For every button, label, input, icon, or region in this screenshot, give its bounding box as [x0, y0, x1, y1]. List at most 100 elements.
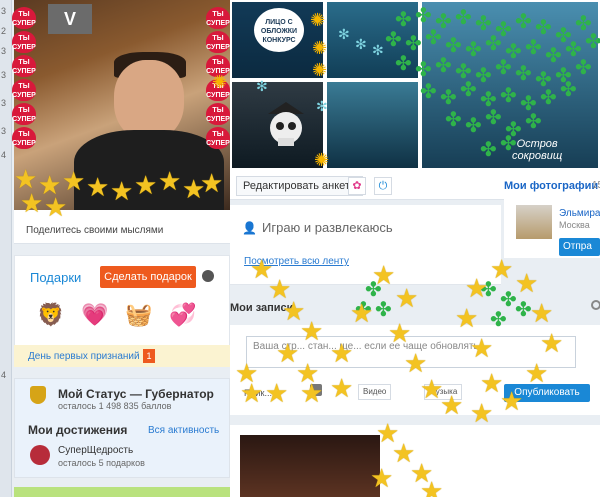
rail-number: 4: [1, 150, 7, 160]
achievements-title: Мои достижения: [28, 423, 128, 437]
star-icon: ★: [350, 298, 374, 328]
heart-sticker: ТЫ СУПЕР: [206, 7, 230, 29]
clover-icon: ✤: [485, 107, 502, 129]
star-icon: ★: [404, 348, 428, 378]
flower-icon[interactable]: ✿: [348, 177, 366, 195]
clover-icon: ✤: [375, 299, 392, 321]
video-button[interactable]: Видео: [358, 384, 392, 400]
friend-name[interactable]: Эльмира: [559, 208, 600, 219]
star-icon: ★: [515, 268, 539, 298]
clover-icon: ✤: [525, 111, 542, 133]
star-icon: ★: [370, 463, 394, 493]
achievement-name[interactable]: СуперЩедрость: [58, 445, 133, 456]
star-icon: ★: [490, 254, 514, 284]
clover-icon: ✤: [425, 27, 442, 49]
clover-icon: ✤: [585, 31, 600, 53]
rail-number: 3: [1, 46, 7, 56]
clover-icon: ✤: [485, 33, 502, 55]
star-icon: ★: [44, 192, 68, 222]
clover-icon: ✤: [560, 79, 577, 101]
rail-number: 3: [1, 126, 7, 136]
heart-sticker: ТЫ СУПЕР: [12, 55, 36, 77]
snowflake-icon: ✻: [355, 36, 367, 52]
activity-text[interactable]: Играю и развлекаюсь: [262, 220, 393, 235]
star-icon: ★: [265, 378, 289, 408]
star-icon: ★: [110, 176, 134, 206]
heart-sticker: ТЫ СУПЕР: [12, 79, 36, 101]
clover-icon: ✤: [545, 45, 562, 67]
clover-icon: ✤: [395, 53, 412, 75]
avatar-face: [114, 60, 184, 140]
snowflake-icon: ✻: [316, 98, 328, 114]
snowflake-icon: ✻: [372, 42, 384, 58]
clover-icon: ✤: [575, 57, 592, 79]
star-icon: ★: [240, 378, 264, 408]
clover-icon: ✤: [420, 81, 437, 103]
gear-icon[interactable]: [591, 300, 600, 310]
clover-icon: ✤: [415, 5, 432, 27]
heart-sticker: ТЫ СУПЕР: [12, 127, 36, 149]
left-rail: 3 2 3 3 3 3 4 4: [0, 0, 12, 497]
cover-contest-logo: ЛИЦО С ОБЛОЖКИ КОНКУРС: [254, 8, 304, 52]
clover-icon: ✤: [480, 139, 497, 161]
star-icon: ★: [86, 172, 110, 202]
star-icon: ★: [134, 170, 158, 200]
day-count-badge: 1: [143, 349, 155, 363]
photos-count: 15: [592, 180, 600, 191]
power-icon[interactable]: ⏻: [374, 177, 392, 195]
feed-image[interactable]: [240, 435, 380, 497]
achievement-icon: [30, 445, 50, 465]
rail-number: 3: [1, 6, 7, 16]
rail-number: 2: [1, 26, 7, 36]
sunflower-icon: ✺: [312, 60, 328, 80]
gift-lion-icon[interactable]: 🦁: [34, 298, 68, 332]
star-icon: ★: [300, 378, 324, 408]
day-of-first-confessions-link[interactable]: День первых признаний: [28, 351, 140, 362]
clover-icon: ✤: [415, 59, 432, 81]
sunflower-icon: ✺: [312, 38, 328, 58]
star-icon: ★: [470, 333, 494, 363]
achievement-remaining: осталось 5 подарков: [58, 458, 145, 468]
clover-icon: ✤: [540, 87, 557, 109]
sunflower-icon: ✺: [212, 72, 228, 92]
snowflake-icon: ✻: [256, 78, 268, 94]
clover-icon: ✤: [455, 7, 472, 29]
heart-sticker: ТЫ СУПЕР: [12, 7, 36, 29]
clover-icon: ✤: [405, 33, 422, 55]
user-icon: 👤: [242, 221, 257, 235]
share-thoughts-prompt[interactable]: Поделитесь своими мыслями: [26, 225, 163, 236]
clover-icon: ✤: [465, 39, 482, 61]
clover-icon: ✤: [490, 309, 507, 331]
sunflower-icon: ✺: [314, 150, 330, 170]
make-gift-button[interactable]: Сделать подарок: [100, 266, 196, 288]
star-icon: ★: [20, 188, 44, 218]
star-icon: ★: [530, 298, 554, 328]
star-icon: ★: [388, 318, 412, 348]
star-icon: ★: [372, 260, 396, 290]
clover-icon: ✤: [515, 63, 532, 85]
friend-photo[interactable]: [516, 205, 552, 239]
snowflake-icon: ✻: [338, 26, 350, 42]
friend-city: Москва: [559, 220, 590, 230]
clover-icon: ✤: [535, 17, 552, 39]
gift-heart-icon[interactable]: 💞: [166, 298, 200, 332]
clover-icon: ✤: [460, 79, 477, 101]
gift-heart-icon[interactable]: 💗: [78, 298, 112, 332]
globe-icon[interactable]: [202, 270, 214, 282]
clover-icon: ✤: [495, 57, 512, 79]
rail-number: 3: [1, 70, 7, 80]
all-activity-link[interactable]: Вся активность: [148, 425, 219, 436]
my-photos-title[interactable]: Мои фотографии: [504, 180, 598, 192]
status-title[interactable]: Мой Статус — Губернатор: [58, 387, 214, 401]
heart-sticker: ТЫ СУПЕР: [206, 127, 230, 149]
gifts-title[interactable]: Подарки: [30, 270, 81, 285]
star-icon: ★: [440, 390, 464, 420]
clover-icon: ✤: [435, 55, 452, 77]
edit-profile-button[interactable]: Редактировать анкету: [236, 176, 363, 196]
gift-basket-icon[interactable]: 🧺: [122, 298, 156, 332]
send-button[interactable]: Отпра: [559, 238, 600, 256]
heart-column-left: ТЫ СУПЕР ТЫ СУПЕР ТЫ СУПЕР ТЫ СУПЕР ТЫ С…: [12, 6, 38, 151]
heart-sticker: ТЫ СУПЕР: [206, 103, 230, 125]
clover-icon: ✤: [475, 13, 492, 35]
heart-sticker: ТЫ СУПЕР: [12, 103, 36, 125]
